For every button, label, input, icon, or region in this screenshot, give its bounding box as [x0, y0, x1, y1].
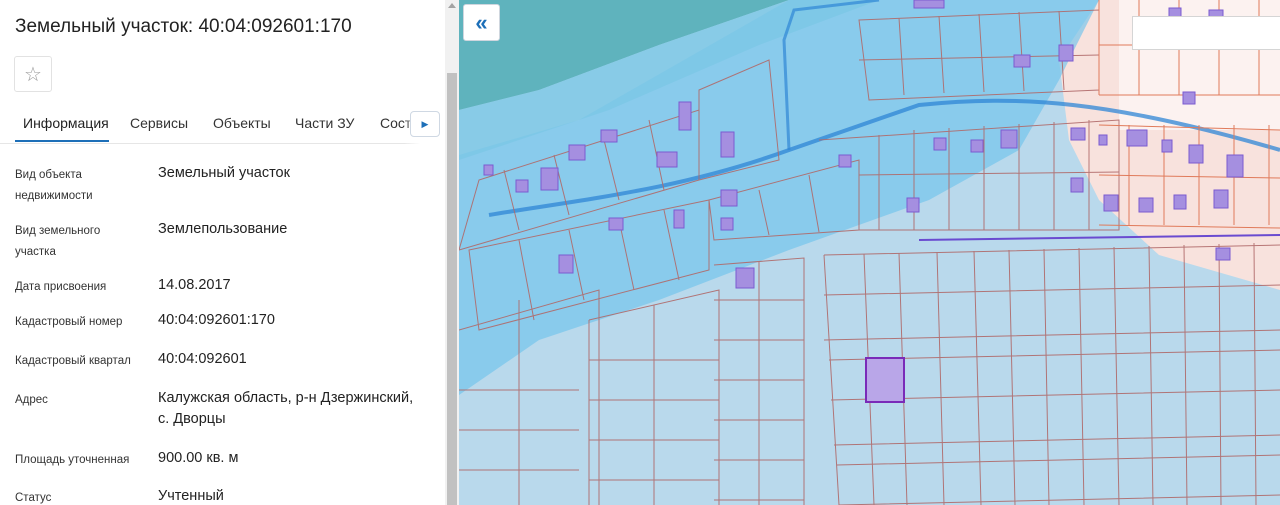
info-row-label: Кадастровый квартал: [15, 355, 131, 367]
info-row-label: Кадастровый номер: [15, 316, 123, 328]
info-row-value: 14.08.2017: [158, 277, 231, 293]
info-row-value: Учтенный: [158, 488, 224, 504]
tab-objects[interactable]: Объекты: [213, 115, 271, 131]
triangle-right-icon: ▶: [421, 118, 429, 129]
info-row-value: 40:04:092601:170: [158, 312, 275, 328]
info-row-value: Калужская область, р-н Дзержинский, с. Д…: [158, 390, 414, 427]
scroll-up-arrow-icon[interactable]: [448, 3, 456, 8]
map-search-box[interactable]: [1132, 16, 1280, 50]
collapse-panel-button[interactable]: «: [463, 4, 500, 41]
tab-bar: Информация Сервисы Объекты Части ЗУ Сост…: [0, 104, 445, 144]
info-row-label: Вид земельного участка: [15, 225, 101, 258]
info-row-label: Дата присвоения: [15, 281, 107, 293]
info-row-label: Вид объекта недвижимости: [15, 169, 93, 202]
info-row-label: Адрес: [15, 394, 48, 406]
page-title: Земельный участок: 40:04:092601:170: [15, 16, 352, 37]
info-row-label: Площадь уточненная: [15, 454, 130, 466]
cadastral-map[interactable]: «: [459, 0, 1280, 505]
info-row-value: 900.00 кв. м: [158, 450, 239, 466]
selected-parcel: [865, 357, 905, 403]
active-tab-indicator: [15, 140, 109, 142]
tab-services[interactable]: Сервисы: [130, 115, 188, 131]
info-row-value: 40:04:092601: [158, 351, 247, 367]
scroll-thumb[interactable]: [447, 73, 457, 505]
info-row-value: Землепользование: [158, 221, 288, 237]
tab-information[interactable]: Информация: [23, 115, 109, 131]
double-chevron-left-icon: «: [475, 9, 488, 35]
info-row-label: Статус: [15, 492, 52, 504]
tabs-next-button[interactable]: ▶: [410, 111, 440, 137]
map-canvas: [459, 0, 1280, 505]
info-row-value: Земельный участок: [158, 165, 290, 181]
star-icon: ☆: [24, 63, 42, 86]
tab-parcel-parts[interactable]: Части ЗУ: [295, 115, 354, 131]
info-panel: Земельный участок: 40:04:092601:170 ☆ Ин…: [0, 0, 445, 505]
panel-scrollbar[interactable]: [445, 0, 459, 505]
favorite-button[interactable]: ☆: [14, 56, 52, 92]
